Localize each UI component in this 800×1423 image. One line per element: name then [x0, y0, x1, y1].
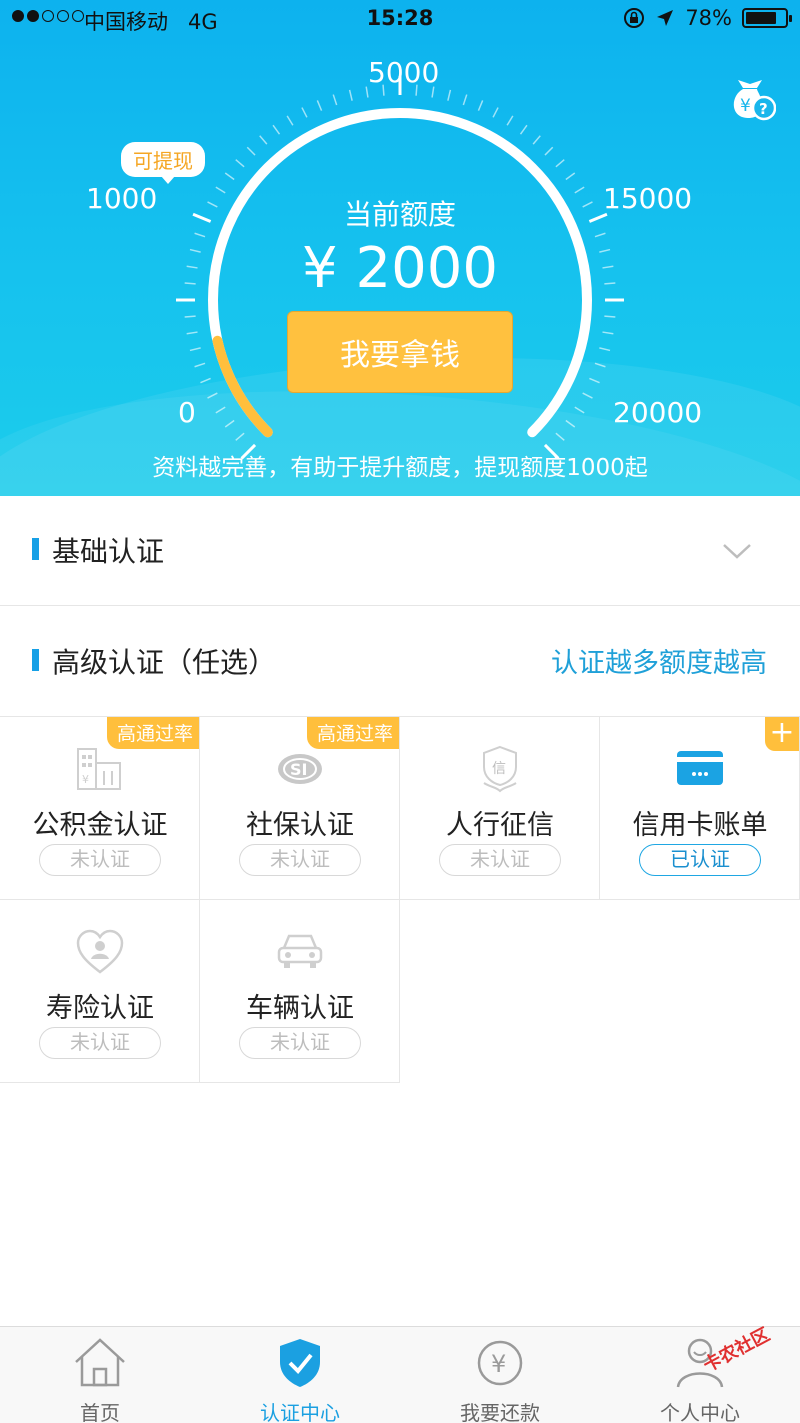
gauge-tick [589, 377, 600, 384]
tab-label: 我要还款 [460, 1401, 540, 1423]
withdrawable-tip: 可提现 [121, 142, 205, 184]
gauge-tick [246, 146, 256, 156]
gauge-tick [506, 115, 514, 126]
svg-text:¥: ¥ [491, 1350, 506, 1378]
card-title: 信用卡账单 [632, 810, 768, 841]
gauge-tick [348, 89, 353, 101]
gauge-tick [316, 100, 323, 111]
car-icon [277, 934, 323, 968]
plus-icon[interactable]: + [765, 717, 799, 751]
gauge-tick [477, 100, 484, 111]
card-title: 车辆认证 [246, 993, 354, 1024]
shield-check-icon [280, 1339, 320, 1387]
building-icon: ¥ [77, 748, 121, 790]
gauge-tick [332, 94, 338, 106]
auth-status-badge: 未认证 [239, 844, 361, 876]
svg-text:?: ? [759, 100, 768, 118]
life-insurance-icon [76, 929, 124, 974]
gauge-tick [194, 362, 206, 368]
advanced-auth-header: 高级认证（任选） 认证越多额度越高 [0, 607, 800, 717]
card-title: 公积金认证 [32, 810, 168, 841]
gauge-tick [259, 135, 268, 145]
card-title: 社保认证 [246, 810, 354, 841]
gauge-tick [599, 347, 611, 352]
card-housing-fund[interactable]: 高通过率 ¥ 公积金认证 未认证 [0, 717, 200, 900]
card-social-security[interactable]: 高通过率 SI 社保认证 未认证 [200, 717, 400, 900]
credit-gauge-panel: 中国移动 4G 15:28 78% 0 1000 5000 15000 2000… [0, 0, 800, 496]
auth-status-badge: 已认证 [639, 844, 761, 876]
gauge-tick [224, 172, 235, 181]
gauge-tick [235, 432, 245, 441]
svg-text:¥: ¥ [740, 96, 751, 116]
auth-status-badge: 未认证 [239, 1027, 361, 1059]
tab-home[interactable]: 首页 [0, 1327, 200, 1423]
basic-auth-title: 基础认证 [52, 535, 165, 568]
gauge-tick [184, 315, 196, 318]
scale-label-0: 0 [178, 396, 196, 429]
scale-label-5000: 5000 [368, 56, 440, 89]
gauge-tick [200, 377, 211, 384]
gauge-tick [301, 107, 308, 118]
card-title: 人行征信 [446, 810, 554, 841]
gauge-tick [544, 146, 554, 156]
card-vehicle[interactable]: 车辆认证 未认证 [200, 900, 400, 1083]
card-credit-card-bill[interactable]: + 信用卡账单 已认证 [600, 717, 800, 900]
gauge-tick [447, 89, 452, 101]
auth-status-badge: 未认证 [39, 844, 161, 876]
advanced-auth-subtitle: 认证越多额度越高 [551, 648, 767, 679]
section-marker [32, 649, 39, 671]
svg-text:¥: ¥ [82, 773, 89, 786]
gauge-tick [492, 107, 499, 118]
auth-status-badge: 未认证 [439, 844, 561, 876]
gauge-tick [532, 135, 541, 145]
gauge-tick [215, 406, 226, 414]
gauge-tick [602, 331, 614, 335]
money-bag-help-icon[interactable]: ¥ ? [724, 72, 776, 124]
card-title: 寿险认证 [46, 993, 154, 1024]
gauge-tick [555, 432, 565, 441]
basic-auth-header[interactable]: 基础认证 [0, 496, 800, 606]
yuan-circle-icon: ¥ [477, 1340, 523, 1386]
gauge-tick [574, 406, 585, 414]
section-marker [32, 538, 39, 560]
advanced-auth-title: 高级认证（任选） [52, 646, 277, 679]
auth-status-badge: 未认证 [39, 1027, 161, 1059]
limit-hint: 资料越完善，有助于提升额度，提现额度1000起 [152, 455, 648, 481]
credit-card-icon [677, 751, 723, 785]
tab-repay[interactable]: ¥ 我要还款 [400, 1327, 600, 1423]
svg-text:信: 信 [492, 761, 506, 777]
home-icon [75, 1338, 125, 1387]
chevron-down-icon[interactable] [722, 540, 752, 562]
get-money-button[interactable]: 我要拿钱 [287, 311, 513, 393]
svg-text:SI: SI [290, 760, 307, 779]
gauge-tick [235, 159, 245, 168]
tab-label: 首页 [80, 1401, 120, 1423]
current-limit-label: 当前额度 [343, 198, 456, 231]
card-life-insurance[interactable]: 寿险认证 未认证 [0, 900, 200, 1083]
gauge-tick [582, 392, 593, 399]
gauge-tick [604, 315, 616, 318]
gauge-tick [272, 124, 281, 135]
tab-auth-center[interactable]: 认证中心 [200, 1327, 400, 1423]
tab-bar: 首页 认证中心 ¥ 我要还款 个人中心 [0, 1326, 800, 1423]
gauge-tick [519, 124, 528, 135]
gauge-tick [224, 419, 235, 428]
gauge-tick [462, 94, 468, 106]
credit-report-icon: 信 [483, 745, 517, 793]
gauge-tick [565, 172, 576, 181]
social-security-icon: SI [278, 754, 322, 784]
tab-label: 个人中心 [660, 1401, 740, 1423]
gauge-tick [207, 392, 218, 399]
gauge-tick [186, 331, 198, 335]
gauge-tick [565, 419, 576, 428]
gauge-tick [594, 362, 606, 368]
tab-label: 认证中心 [260, 1401, 340, 1423]
gauge-tick [189, 347, 201, 352]
gauge-tick [286, 115, 294, 126]
current-limit-amount: ¥ 2000 [302, 236, 498, 301]
card-credit-report[interactable]: 信 人行征信 未认证 [400, 717, 600, 900]
gauge-progress-arc [212, 335, 273, 438]
gauge-tick [555, 159, 565, 168]
scale-label-20000: 20000 [613, 396, 703, 429]
